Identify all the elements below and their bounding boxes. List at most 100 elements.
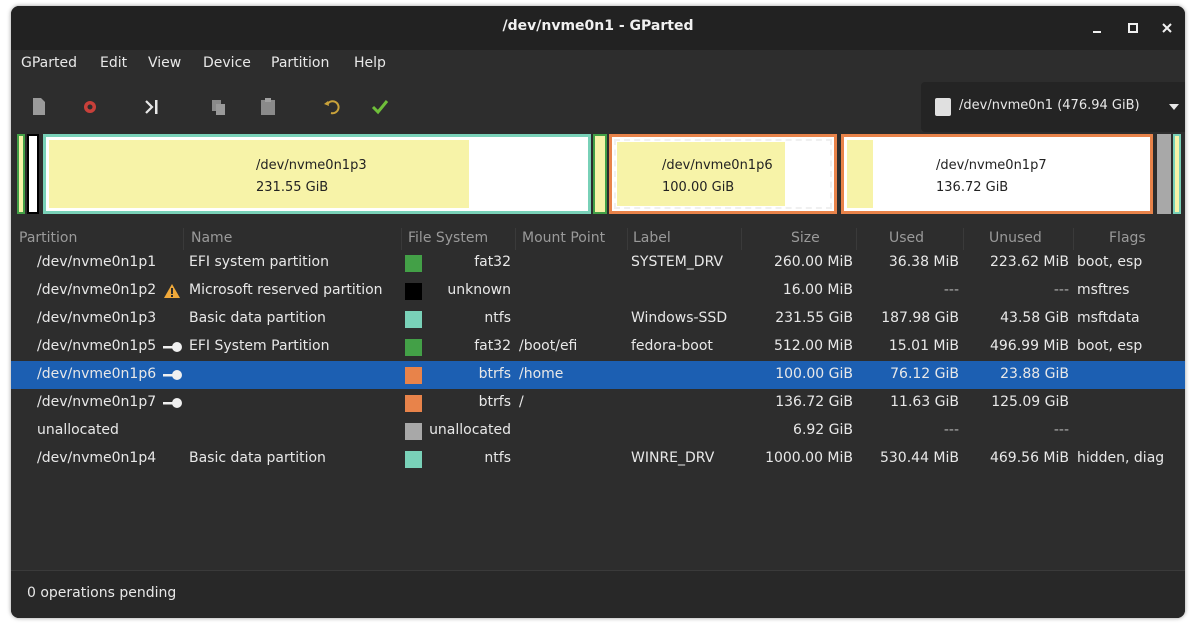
cell-used: 11.63 GiB	[890, 394, 959, 410]
cell-used: 36.38 MiB	[888, 254, 959, 270]
cell-size: 260.00 MiB	[773, 254, 853, 270]
cell-fs: ntfs	[484, 450, 511, 466]
resize-move-button[interactable]	[139, 94, 165, 120]
cell-mount: /home	[519, 366, 564, 382]
maximize-icon	[1128, 23, 1138, 33]
window-title: /dev/nvme0n1 - GParted	[502, 18, 694, 34]
disk-block-p4[interactable]	[1173, 134, 1181, 214]
close-icon	[1162, 23, 1172, 33]
new-icon	[33, 98, 45, 115]
cell-partition: /dev/nvme0n1p1	[37, 254, 157, 270]
device-selector-label: /dev/nvme0n1 (476.94 GiB)	[959, 98, 1140, 113]
fs-color-swatch	[405, 255, 422, 272]
fs-color-swatch	[405, 283, 422, 300]
menu-help[interactable]: Help	[354, 55, 386, 71]
table-row[interactable]: /dev/nvme0n1p3 Basic data partition ntfs…	[11, 305, 1185, 333]
cell-name: Basic data partition	[189, 450, 326, 466]
status-bar: 0 operations pending	[11, 570, 1185, 618]
table-row[interactable]: unallocated unallocated 6.92 GiB --- ---	[11, 417, 1185, 445]
fs-color-swatch	[405, 311, 422, 328]
cell-fs: ntfs	[484, 310, 511, 326]
cell-partition: /dev/nvme0n1p5	[37, 338, 157, 354]
disk-block-p3[interactable]: /dev/nvme0n1p3 231.55 GiB	[43, 134, 591, 214]
new-button[interactable]	[26, 94, 52, 120]
disk-block-p1[interactable]	[17, 134, 25, 214]
table-header: Partition Name File System Mount Point L…	[11, 228, 1185, 250]
cell-size: 1000.00 MiB	[765, 450, 853, 466]
disk-block-p6[interactable]: /dev/nvme0n1p6 100.00 GiB	[609, 134, 837, 214]
col-label[interactable]: Label	[633, 230, 671, 246]
cell-unused: ---	[1053, 282, 1069, 298]
disk-block-p2[interactable]	[27, 134, 39, 214]
menu-device[interactable]: Device	[203, 55, 251, 71]
column-divider	[963, 228, 964, 250]
apply-button[interactable]	[367, 94, 393, 120]
fs-color-swatch	[405, 367, 422, 384]
fs-color-swatch	[405, 423, 422, 440]
undo-icon	[324, 100, 340, 115]
col-mount-point[interactable]: Mount Point	[522, 230, 605, 246]
col-name[interactable]: Name	[191, 230, 232, 246]
cell-size: 136.72 GiB	[775, 394, 853, 410]
column-divider	[401, 228, 402, 250]
col-flags[interactable]: Flags	[1109, 230, 1146, 246]
disk-icon	[935, 98, 951, 116]
gparted-window: /dev/nvme0n1 - GParted GParted Edit View…	[11, 6, 1185, 618]
disk-map: /dev/nvme0n1p3 231.55 GiB /dev/nvme0n1p6…	[17, 134, 1181, 218]
cell-flags: msftdata	[1077, 310, 1140, 326]
menu-view[interactable]: View	[148, 55, 181, 71]
paste-button[interactable]	[255, 94, 281, 120]
key-icon	[163, 370, 182, 380]
disk-block-p7[interactable]: /dev/nvme0n1p7 136.72 GiB	[841, 134, 1153, 214]
device-selector[interactable]: /dev/nvme0n1 (476.94 GiB)	[921, 82, 1185, 132]
key-icon	[163, 342, 182, 352]
cell-name: Basic data partition	[189, 310, 326, 326]
table-row[interactable]: /dev/nvme0n1p1 EFI system partition fat3…	[11, 249, 1185, 277]
cell-flags: hidden, diag	[1077, 450, 1165, 466]
cell-unused: 125.09 GiB	[991, 394, 1069, 410]
col-size[interactable]: Size	[791, 230, 820, 246]
cell-unused: 223.62 MiB	[989, 254, 1069, 270]
cell-size: 512.00 MiB	[773, 338, 853, 354]
table-row-selected[interactable]: /dev/nvme0n1p6 btrfs /home 100.00 GiB 76…	[11, 361, 1185, 389]
cell-used: ---	[943, 422, 959, 438]
disk-block-p5[interactable]	[593, 134, 607, 214]
disk-block-unallocated[interactable]	[1157, 134, 1171, 214]
menu-partition[interactable]: Partition	[271, 55, 329, 71]
cell-size: 100.00 GiB	[775, 366, 853, 382]
copy-button[interactable]	[206, 94, 232, 120]
menu-gparted[interactable]: GParted	[21, 55, 77, 71]
status-text: 0 operations pending	[27, 585, 177, 601]
apply-icon	[371, 100, 389, 115]
minimize-button[interactable]	[1085, 16, 1109, 40]
cell-mount: /	[519, 394, 524, 410]
table-row[interactable]: /dev/nvme0n1p5 EFI System Partition fat3…	[11, 333, 1185, 361]
delete-icon	[84, 101, 96, 113]
cell-used: 187.98 GiB	[881, 310, 959, 326]
col-unused[interactable]: Unused	[989, 230, 1042, 246]
cell-partition: /dev/nvme0n1p6	[37, 366, 157, 382]
disk-block-p7-size: 136.72 GiB	[936, 180, 1009, 195]
undo-button[interactable]	[319, 94, 345, 120]
fs-color-swatch	[405, 451, 422, 468]
table-row[interactable]: /dev/nvme0n1p7 btrfs / 136.72 GiB 11.63 …	[11, 389, 1185, 417]
col-file-system[interactable]: File System	[408, 230, 488, 246]
delete-button[interactable]	[77, 94, 103, 120]
cell-flags: boot, esp	[1077, 254, 1143, 270]
cell-used: 76.12 GiB	[890, 366, 959, 382]
col-used[interactable]: Used	[889, 230, 924, 246]
close-button[interactable]	[1155, 16, 1179, 40]
table-row[interactable]: /dev/nvme0n1p2 Microsoft reserved partit…	[11, 277, 1185, 305]
maximize-button[interactable]	[1121, 16, 1145, 40]
table-row[interactable]: /dev/nvme0n1p4 Basic data partition ntfs…	[11, 445, 1185, 473]
col-partition[interactable]: Partition	[19, 230, 77, 246]
cell-fs: fat32	[474, 254, 511, 270]
cell-label: Windows-SSD	[631, 310, 728, 326]
menu-edit[interactable]: Edit	[100, 55, 127, 71]
used-space-fill	[847, 140, 873, 208]
disk-block-p6-size: 100.00 GiB	[662, 180, 735, 195]
cell-partition: /dev/nvme0n1p7	[37, 394, 157, 410]
cell-fs: btrfs	[478, 394, 511, 410]
disk-block-p3-size: 231.55 GiB	[256, 180, 329, 195]
copy-icon	[212, 100, 225, 115]
